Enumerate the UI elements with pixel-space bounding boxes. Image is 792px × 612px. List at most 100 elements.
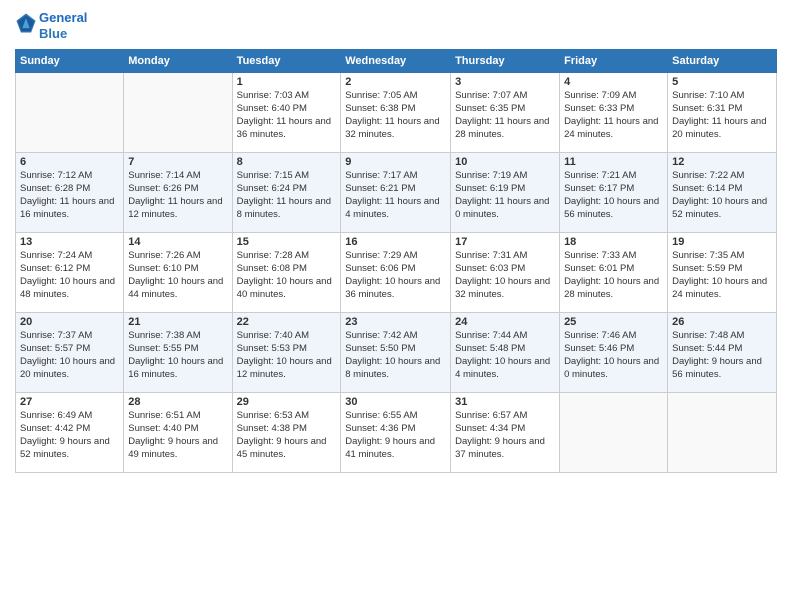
day-cell: 26 Sunrise: 7:48 AM Sunset: 5:44 PM Dayli…: [668, 313, 777, 393]
day-info: Sunrise: 7:31 AM Sunset: 6:03 PM Dayligh…: [455, 250, 555, 301]
day-number: 28: [128, 396, 227, 408]
day-cell: 13 Sunrise: 7:24 AM Sunset: 6:12 PM Dayli…: [16, 233, 124, 313]
page-header: General Blue: [15, 10, 777, 41]
logo: General Blue: [15, 10, 87, 41]
day-info: Sunrise: 7:29 AM Sunset: 6:06 PM Dayligh…: [345, 250, 446, 301]
day-info: Sunrise: 7:24 AM Sunset: 6:12 PM Dayligh…: [20, 250, 119, 301]
day-cell: 31 Sunrise: 6:57 AM Sunset: 4:34 PM Dayli…: [451, 393, 560, 473]
day-cell: 28Sunrise: 6:51 AM Sunset: 4:40 PM Dayli…: [124, 393, 232, 473]
day-number: 30: [345, 396, 446, 408]
week-row-2: 6 Sunrise: 7:12 AM Sunset: 6:28 PM Daylig…: [16, 153, 777, 233]
day-cell: 10 Sunrise: 7:19 AM Sunset: 6:19 PM Dayli…: [451, 153, 560, 233]
day-cell: [16, 73, 124, 153]
day-number: 27: [20, 396, 119, 408]
day-cell: 25 Sunrise: 7:46 AM Sunset: 5:46 PM Dayli…: [560, 313, 668, 393]
day-cell: 18 Sunrise: 7:33 AM Sunset: 6:01 PM Dayli…: [560, 233, 668, 313]
day-number: 14: [128, 236, 227, 248]
day-number: 16: [345, 236, 446, 248]
day-number: 25: [564, 316, 663, 328]
weekday-friday: Friday: [560, 50, 668, 73]
day-info: Sunrise: 7:44 AM Sunset: 5:48 PM Dayligh…: [455, 330, 555, 381]
day-info: Sunrise: 7:12 AM Sunset: 6:28 PM Dayligh…: [20, 170, 119, 221]
logo-icon: [15, 12, 37, 34]
day-info: Sunrise: 7:40 AM Sunset: 5:53 PM Dayligh…: [237, 330, 337, 381]
day-info: Sunrise: 7:48 AM Sunset: 5:44 PM Dayligh…: [672, 330, 772, 381]
day-cell: 29Sunrise: 6:53 AM Sunset: 4:38 PM Dayli…: [232, 393, 341, 473]
day-info: Sunrise: 7:05 AM Sunset: 6:38 PM Dayligh…: [345, 90, 446, 141]
day-cell: 17Sunrise: 7:31 AM Sunset: 6:03 PM Dayli…: [451, 233, 560, 313]
day-info: Sunrise: 7:07 AM Sunset: 6:35 PM Dayligh…: [455, 90, 555, 141]
week-row-3: 13 Sunrise: 7:24 AM Sunset: 6:12 PM Dayli…: [16, 233, 777, 313]
day-cell: 6 Sunrise: 7:12 AM Sunset: 6:28 PM Daylig…: [16, 153, 124, 233]
day-info: Sunrise: 7:03 AM Sunset: 6:40 PM Dayligh…: [237, 90, 337, 141]
day-number: 10: [455, 156, 555, 168]
day-info: Sunrise: 6:55 AM Sunset: 4:36 PM Dayligh…: [345, 410, 446, 461]
week-row-4: 20 Sunrise: 7:37 AM Sunset: 5:57 PM Dayli…: [16, 313, 777, 393]
day-info: Sunrise: 6:49 AM Sunset: 4:42 PM Dayligh…: [20, 410, 119, 461]
day-cell: 5Sunrise: 7:10 AM Sunset: 6:31 PM Daylig…: [668, 73, 777, 153]
weekday-sunday: Sunday: [16, 50, 124, 73]
day-cell: 9 Sunrise: 7:17 AM Sunset: 6:21 PM Daylig…: [341, 153, 451, 233]
weekday-header-row: SundayMondayTuesdayWednesdayThursdayFrid…: [16, 50, 777, 73]
day-number: 4: [564, 76, 663, 88]
day-number: 1: [237, 76, 337, 88]
day-cell: 11Sunrise: 7:21 AM Sunset: 6:17 PM Dayli…: [560, 153, 668, 233]
day-info: Sunrise: 7:38 AM Sunset: 5:55 PM Dayligh…: [128, 330, 227, 381]
day-cell: [560, 393, 668, 473]
day-cell: 16 Sunrise: 7:29 AM Sunset: 6:06 PM Dayli…: [341, 233, 451, 313]
day-cell: 2Sunrise: 7:05 AM Sunset: 6:38 PM Daylig…: [341, 73, 451, 153]
day-number: 11: [564, 156, 663, 168]
weekday-saturday: Saturday: [668, 50, 777, 73]
day-info: Sunrise: 6:57 AM Sunset: 4:34 PM Dayligh…: [455, 410, 555, 461]
day-number: 12: [672, 156, 772, 168]
day-info: Sunrise: 7:10 AM Sunset: 6:31 PM Dayligh…: [672, 90, 772, 141]
day-info: Sunrise: 7:46 AM Sunset: 5:46 PM Dayligh…: [564, 330, 663, 381]
day-cell: [124, 73, 232, 153]
day-info: Sunrise: 7:37 AM Sunset: 5:57 PM Dayligh…: [20, 330, 119, 381]
day-number: 9: [345, 156, 446, 168]
weekday-tuesday: Tuesday: [232, 50, 341, 73]
day-number: 3: [455, 76, 555, 88]
day-info: Sunrise: 7:35 AM Sunset: 5:59 PM Dayligh…: [672, 250, 772, 301]
day-cell: 4 Sunrise: 7:09 AM Sunset: 6:33 PM Daylig…: [560, 73, 668, 153]
day-cell: 3 Sunrise: 7:07 AM Sunset: 6:35 PM Daylig…: [451, 73, 560, 153]
day-number: 15: [237, 236, 337, 248]
day-cell: 15 Sunrise: 7:28 AM Sunset: 6:08 PM Dayli…: [232, 233, 341, 313]
day-cell: 30 Sunrise: 6:55 AM Sunset: 4:36 PM Dayli…: [341, 393, 451, 473]
day-cell: 1 Sunrise: 7:03 AM Sunset: 6:40 PM Daylig…: [232, 73, 341, 153]
day-number: 20: [20, 316, 119, 328]
day-number: 26: [672, 316, 772, 328]
day-number: 21: [128, 316, 227, 328]
weekday-wednesday: Wednesday: [341, 50, 451, 73]
day-cell: 19 Sunrise: 7:35 AM Sunset: 5:59 PM Dayli…: [668, 233, 777, 313]
day-number: 8: [237, 156, 337, 168]
week-row-1: 1 Sunrise: 7:03 AM Sunset: 6:40 PM Daylig…: [16, 73, 777, 153]
day-info: Sunrise: 7:19 AM Sunset: 6:19 PM Dayligh…: [455, 170, 555, 221]
day-cell: 8 Sunrise: 7:15 AM Sunset: 6:24 PM Daylig…: [232, 153, 341, 233]
day-number: 19: [672, 236, 772, 248]
day-cell: 20 Sunrise: 7:37 AM Sunset: 5:57 PM Dayli…: [16, 313, 124, 393]
day-number: 29: [237, 396, 337, 408]
day-info: Sunrise: 7:33 AM Sunset: 6:01 PM Dayligh…: [564, 250, 663, 301]
day-number: 18: [564, 236, 663, 248]
day-info: Sunrise: 7:17 AM Sunset: 6:21 PM Dayligh…: [345, 170, 446, 221]
day-number: 24: [455, 316, 555, 328]
week-row-5: 27 Sunrise: 6:49 AM Sunset: 4:42 PM Dayli…: [16, 393, 777, 473]
day-number: 23: [345, 316, 446, 328]
day-info: Sunrise: 7:28 AM Sunset: 6:08 PM Dayligh…: [237, 250, 337, 301]
weekday-monday: Monday: [124, 50, 232, 73]
day-info: Sunrise: 7:15 AM Sunset: 6:24 PM Dayligh…: [237, 170, 337, 221]
day-info: Sunrise: 7:42 AM Sunset: 5:50 PM Dayligh…: [345, 330, 446, 381]
day-number: 6: [20, 156, 119, 168]
day-info: Sunrise: 7:09 AM Sunset: 6:33 PM Dayligh…: [564, 90, 663, 141]
day-number: 22: [237, 316, 337, 328]
day-cell: 14Sunrise: 7:26 AM Sunset: 6:10 PM Dayli…: [124, 233, 232, 313]
day-number: 31: [455, 396, 555, 408]
day-cell: 23 Sunrise: 7:42 AM Sunset: 5:50 PM Dayli…: [341, 313, 451, 393]
day-cell: [668, 393, 777, 473]
day-cell: 7Sunrise: 7:14 AM Sunset: 6:26 PM Daylig…: [124, 153, 232, 233]
day-number: 7: [128, 156, 227, 168]
day-cell: 21 Sunrise: 7:38 AM Sunset: 5:55 PM Dayli…: [124, 313, 232, 393]
day-number: 13: [20, 236, 119, 248]
day-cell: 27 Sunrise: 6:49 AM Sunset: 4:42 PM Dayli…: [16, 393, 124, 473]
